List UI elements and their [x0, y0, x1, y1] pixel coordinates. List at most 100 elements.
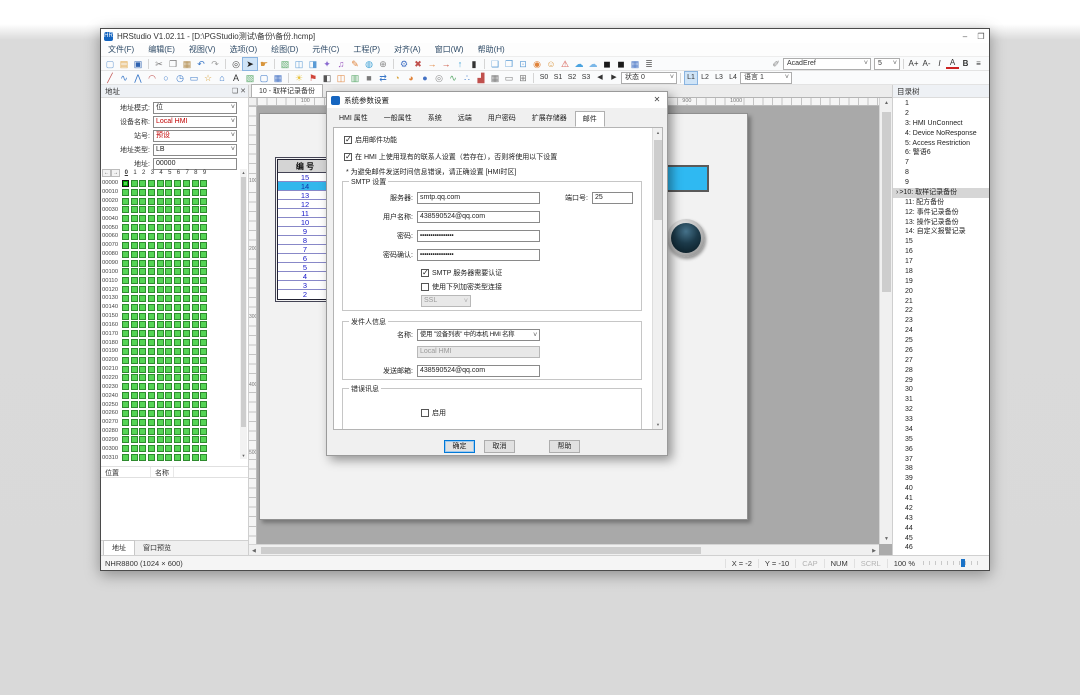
traffic-light-widget-icon[interactable]: ⚑ — [306, 72, 320, 84]
cloud-upload-icon[interactable]: ☁ — [572, 58, 586, 70]
tree-item-17[interactable]: ›17 — [893, 257, 989, 267]
address-bit-cell[interactable] — [157, 383, 164, 390]
address-bit-cell[interactable] — [157, 242, 164, 249]
restore-button[interactable]: ❐ — [973, 30, 989, 43]
address-bit-cell[interactable] — [165, 206, 172, 213]
address-bit-cell[interactable] — [157, 180, 164, 187]
address-bit-cell[interactable] — [131, 286, 138, 293]
address-bit-cell[interactable] — [148, 233, 155, 240]
address-bit-cell[interactable] — [157, 428, 164, 435]
field-select-2[interactable]: 预设 — [153, 130, 237, 142]
address-bit-cell[interactable] — [165, 233, 172, 240]
italic-button[interactable]: I — [933, 59, 946, 68]
address-bit-cell[interactable] — [148, 180, 155, 187]
menu-工程(P)[interactable]: 工程(P) — [346, 43, 387, 56]
address-bit-cell[interactable] — [139, 251, 146, 258]
address-bit-cell[interactable] — [131, 233, 138, 240]
address-bit-cell[interactable] — [157, 251, 164, 258]
address-bit-cell[interactable] — [174, 366, 181, 373]
address-bit-cell[interactable] — [131, 436, 138, 443]
address-bit-cell[interactable] — [174, 383, 181, 390]
address-bit-cell[interactable] — [192, 348, 199, 355]
state-combo[interactable]: 状态 0 — [621, 72, 677, 84]
copy-icon[interactable]: ❐ — [166, 58, 180, 70]
address-bit-cell[interactable] — [157, 401, 164, 408]
address-bit-cell[interactable] — [165, 383, 172, 390]
tree-item-3[interactable]: ›3: HMI UnConnect — [893, 119, 989, 129]
address-bit-cell[interactable] — [122, 410, 129, 417]
address-grid-scrollbar[interactable]: ▲ ▼ — [240, 169, 247, 459]
font-color-button[interactable]: A — [946, 58, 959, 69]
port-input[interactable]: 25 — [592, 192, 633, 204]
ring-widget-icon[interactable]: ◎ — [432, 72, 446, 84]
address-bit-cell[interactable] — [200, 233, 207, 240]
address-bit-cell[interactable] — [131, 321, 138, 328]
address-bit-cell[interactable] — [174, 198, 181, 205]
address-bit-cell[interactable] — [200, 206, 207, 213]
address-bit-cell[interactable] — [139, 401, 146, 408]
address-bit-cell[interactable] — [165, 304, 172, 311]
address-bit-cell[interactable] — [174, 454, 181, 461]
address-bit-cell[interactable] — [139, 198, 146, 205]
address-bit-cell[interactable] — [200, 277, 207, 284]
address-bit-cell[interactable] — [165, 330, 172, 337]
address-bit-cell[interactable] — [183, 419, 190, 426]
address-bit-cell[interactable] — [157, 321, 164, 328]
address-bit-cell[interactable] — [174, 313, 181, 320]
field-select-3[interactable]: LB — [153, 144, 237, 156]
address-bit-cell[interactable] — [174, 304, 181, 311]
address-bit-cell[interactable] — [165, 321, 172, 328]
username-input[interactable]: 438590524@qq.com — [417, 211, 540, 223]
address-bit-cell[interactable] — [131, 224, 138, 231]
nav-right-button[interactable]: → — [111, 169, 120, 177]
block-b-icon[interactable]: ◼ — [600, 58, 614, 70]
tree-item-8[interactable]: ›8 — [893, 168, 989, 178]
tree-item-11[interactable]: ›11: 配方备份 — [893, 198, 989, 208]
save-icon[interactable]: ▣ — [131, 58, 145, 70]
address-bit-cell[interactable] — [148, 348, 155, 355]
address-bit-cell[interactable] — [192, 180, 199, 187]
go-next-icon[interactable]: → — [425, 58, 439, 70]
dialog-tab-用户密码[interactable]: 用户密码 — [480, 110, 524, 126]
tree-item-38[interactable]: ›38 — [893, 464, 989, 474]
address-bit-cell[interactable] — [157, 445, 164, 452]
address-bit-cell[interactable] — [122, 189, 129, 196]
address-bit-cell[interactable] — [131, 454, 138, 461]
address-bit-cell[interactable] — [131, 392, 138, 399]
address-bit-cell[interactable] — [122, 304, 129, 311]
address-bit-cell[interactable] — [122, 206, 129, 213]
meter-widget-icon[interactable]: ◕ — [404, 72, 418, 84]
tree-item-43[interactable]: ›43 — [893, 514, 989, 524]
address-bit-cell[interactable] — [139, 321, 146, 328]
address-bit-cell[interactable] — [165, 295, 172, 302]
canvas-horizontal-scrollbar[interactable]: ◀ ▶ — [249, 544, 879, 555]
address-bit-cell[interactable] — [200, 436, 207, 443]
state-button-S1[interactable]: S1 — [552, 72, 564, 84]
address-bit-cell[interactable] — [165, 198, 172, 205]
address-bit-cell[interactable] — [174, 233, 181, 240]
address-bit-cell[interactable] — [200, 295, 207, 302]
address-bit-cell[interactable] — [148, 251, 155, 258]
state-button-S3[interactable]: S3 — [580, 72, 592, 84]
address-bit-cell[interactable] — [122, 330, 129, 337]
address-bit-cell[interactable] — [148, 410, 155, 417]
address-bit-cell[interactable] — [122, 383, 129, 390]
tree-item-2[interactable]: ›2 — [893, 109, 989, 119]
address-bit-cell[interactable] — [192, 374, 199, 381]
password-input[interactable]: •••••••••••••••• — [417, 230, 540, 242]
tree-item-40[interactable]: ›40 — [893, 484, 989, 494]
address-bit-cell[interactable] — [200, 242, 207, 249]
address-bit-cell[interactable] — [157, 419, 164, 426]
menu-对齐(A)[interactable]: 对齐(A) — [387, 43, 428, 56]
address-bit-cell[interactable] — [131, 260, 138, 267]
music-icon[interactable]: ♫ — [334, 58, 348, 70]
address-bit-cell[interactable] — [131, 366, 138, 373]
address-bit-cell[interactable] — [165, 180, 172, 187]
address-bit-cell[interactable] — [192, 286, 199, 293]
address-bit-cell[interactable] — [131, 348, 138, 355]
address-bit-cell[interactable] — [174, 206, 181, 213]
address-bit-cell[interactable] — [157, 348, 164, 355]
address-bit-cell[interactable] — [174, 189, 181, 196]
address-bit-cell[interactable] — [192, 304, 199, 311]
rounded-rect-tool-icon[interactable]: ▢ — [257, 72, 271, 84]
